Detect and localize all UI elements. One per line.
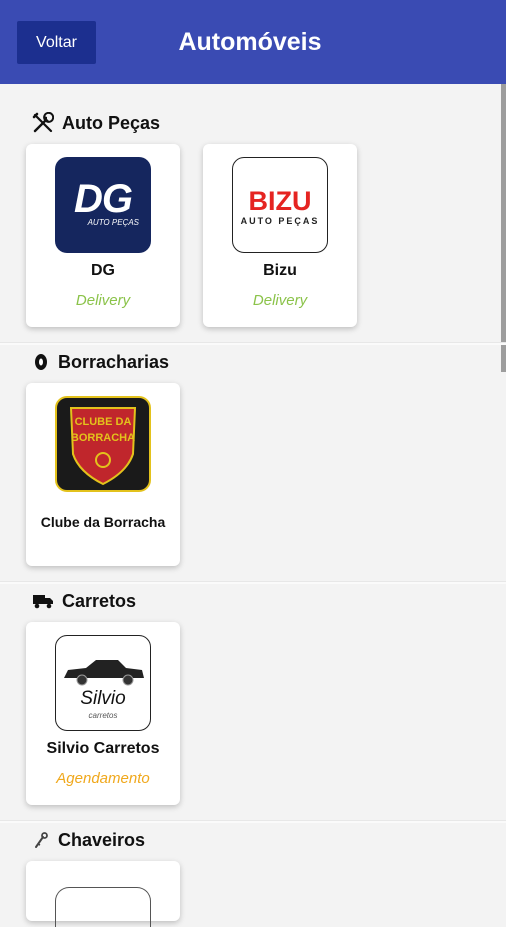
- silvio-carretos-logo: Silvio carretos: [55, 635, 151, 731]
- section-chaveiros: Chaveiros: [0, 825, 500, 927]
- app-bar: Automóveis Voltar: [0, 0, 506, 84]
- section-title: Borracharias: [58, 351, 170, 372]
- dg-logo: DG AUTO PEÇAS: [55, 157, 151, 253]
- tire-icon: [35, 354, 47, 370]
- store-tag: Delivery: [75, 292, 131, 309]
- store-name: Clube da Borracha: [40, 514, 166, 530]
- section-divider: [0, 342, 506, 345]
- store-card-silvio-carretos[interactable]: Silvio carretos Silvio Carretos Agendame…: [26, 622, 180, 805]
- store-card-dg[interactable]: DG AUTO PEÇAS DG Delivery: [26, 144, 180, 327]
- store-name: DG: [91, 262, 115, 279]
- store-name: Bizu: [263, 262, 297, 279]
- store-name: Silvio Carretos: [46, 740, 160, 757]
- back-button[interactable]: Voltar: [17, 21, 96, 64]
- store-logo-partial: [55, 887, 151, 927]
- section-title: Auto Peças: [62, 112, 161, 133]
- section-header-chaveiros: Chaveiros: [32, 825, 145, 855]
- store-tag: Delivery: [252, 292, 308, 309]
- section-divider: [0, 581, 506, 584]
- section-carretos: Carretos Silvio carretos Silvio Carretos…: [0, 586, 500, 821]
- store-card-clube-da-borracha[interactable]: CLUBE DA BORRACHA Clube da Borracha: [26, 383, 180, 566]
- store-tag: Agendamento: [56, 770, 150, 787]
- section-auto-pecas: Auto Peças DG AUTO PEÇAS DG Delivery BIZ…: [0, 108, 500, 343]
- section-borracharias: Borracharias CLUBE DA BORRACHA Clube da …: [0, 347, 500, 582]
- scrollbar[interactable]: [501, 84, 506, 372]
- truck-icon: [33, 595, 53, 609]
- clube-da-borracha-logo: CLUBE DA BORRACHA: [55, 396, 151, 492]
- section-header-auto-pecas: Auto Peças: [32, 108, 160, 138]
- section-title: Carretos: [62, 590, 137, 611]
- section-divider: [0, 820, 506, 823]
- bizu-logo: BIZU AUTO PEÇAS: [232, 157, 328, 253]
- store-card-bizu[interactable]: BIZU AUTO PEÇAS Bizu Delivery: [203, 144, 357, 327]
- store-card-partial[interactable]: [26, 861, 180, 927]
- section-header-carretos: Carretos: [32, 586, 136, 616]
- tools-icon: [32, 112, 54, 133]
- shield-icon: [69, 407, 137, 486]
- section-title: Chaveiros: [58, 829, 146, 850]
- key-icon: [35, 832, 48, 848]
- section-header-borracharias: Borracharias: [32, 347, 169, 377]
